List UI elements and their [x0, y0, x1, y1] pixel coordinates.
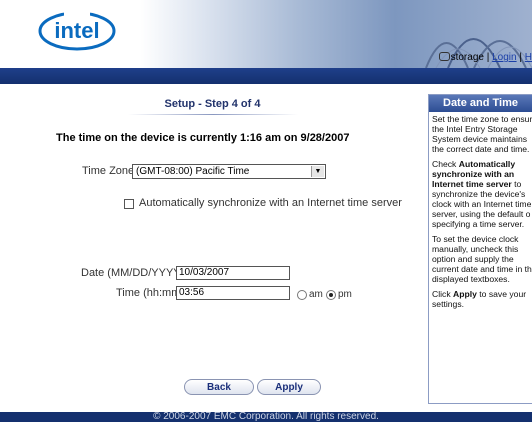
date-field[interactable]: 10/03/2007 [176, 266, 290, 280]
help-line: synchronize the device's [432, 189, 526, 199]
help-line: Set the time zone to ensur [432, 114, 532, 124]
help-bold-text: synchronize with an [432, 169, 515, 179]
chevron-down-icon[interactable]: ▼ [311, 166, 324, 177]
help-line: displayed textboxes. [432, 274, 510, 284]
footer: © 2006-2007 EMC Corporation. All rights … [0, 412, 532, 422]
step-title: Setup - Step 4 of 4 [164, 98, 261, 110]
help-line: clock with an Internet time [432, 199, 532, 209]
pm-label: pm [338, 289, 352, 300]
intel-logo: intel [36, 8, 118, 52]
help-bold-text: Apply [453, 289, 477, 299]
help-bold-text: Automatically [458, 159, 516, 169]
storage-label: storage [450, 52, 484, 63]
setup-main-panel: Setup - Step 4 of 4 The time on the devi… [0, 84, 425, 410]
time-field[interactable]: 03:56 [176, 286, 290, 300]
help-line: manually, uncheck this [432, 244, 519, 254]
page-header: intel storage | Login | H [0, 0, 532, 68]
pm-radio[interactable] [326, 290, 336, 300]
help-line: To set the device clock [432, 234, 519, 244]
help-bold-text: Internet time server [432, 179, 512, 189]
help-link[interactable]: H [525, 52, 532, 63]
help-panel: Date and Time Set the time zone to ensur… [428, 94, 532, 404]
timezone-label: Time Zone: [82, 165, 138, 177]
am-radio[interactable] [297, 290, 307, 300]
help-line: settings. [432, 299, 465, 309]
copyright-text: © 2006-2007 EMC Corporation. All rights … [153, 412, 379, 422]
header-links: storage | Login | H [435, 52, 532, 66]
date-label: Date (MM/DD/YYYY): [81, 267, 188, 279]
svg-text:intel: intel [54, 18, 99, 43]
device-time-text: The time on the device is currently 1:16… [56, 132, 350, 144]
help-paragraph: Click Apply to save your settings. [432, 289, 532, 309]
auto-sync-label: Automatically synchronize with an Intern… [139, 197, 402, 209]
help-line: specifying a time server. [432, 219, 525, 229]
login-link[interactable]: Login [492, 52, 516, 63]
top-nav-bar [0, 68, 532, 84]
help-line: option and supply the [432, 254, 514, 264]
help-paragraph: Check Automatically synchronize with an … [432, 159, 532, 229]
link-separator: | [519, 52, 522, 63]
am-label: am [309, 289, 323, 300]
title-divider [128, 114, 298, 115]
help-line: the correct date and time. [432, 144, 530, 154]
help-panel-title: Date and Time [429, 95, 532, 112]
help-text: Click [432, 289, 454, 299]
link-separator: | [486, 52, 490, 63]
help-line: current date and time in th [432, 264, 532, 274]
back-button[interactable]: Back [184, 379, 254, 395]
help-text: to [511, 179, 522, 189]
help-line: System device maintains [432, 134, 528, 144]
help-panel-body: Set the time zone to ensur the Intel Ent… [429, 112, 532, 309]
help-paragraph: Set the time zone to ensur the Intel Ent… [432, 114, 532, 154]
storage-icon [438, 52, 450, 61]
timezone-select[interactable]: (GMT-08:00) Pacific Time ▼ [132, 164, 326, 179]
help-line: the Intel Entry Storage [432, 124, 518, 134]
help-paragraph: To set the device clock manually, unchec… [432, 234, 532, 284]
timezone-selected-value: (GMT-08:00) Pacific Time [136, 166, 250, 177]
auto-sync-checkbox[interactable] [124, 199, 134, 209]
intel-logo-icon: intel [38, 8, 116, 51]
help-text: Check [432, 159, 459, 169]
apply-button[interactable]: Apply [257, 379, 321, 395]
help-text: to save your [476, 289, 527, 299]
help-line: server, using the default o [432, 209, 531, 219]
